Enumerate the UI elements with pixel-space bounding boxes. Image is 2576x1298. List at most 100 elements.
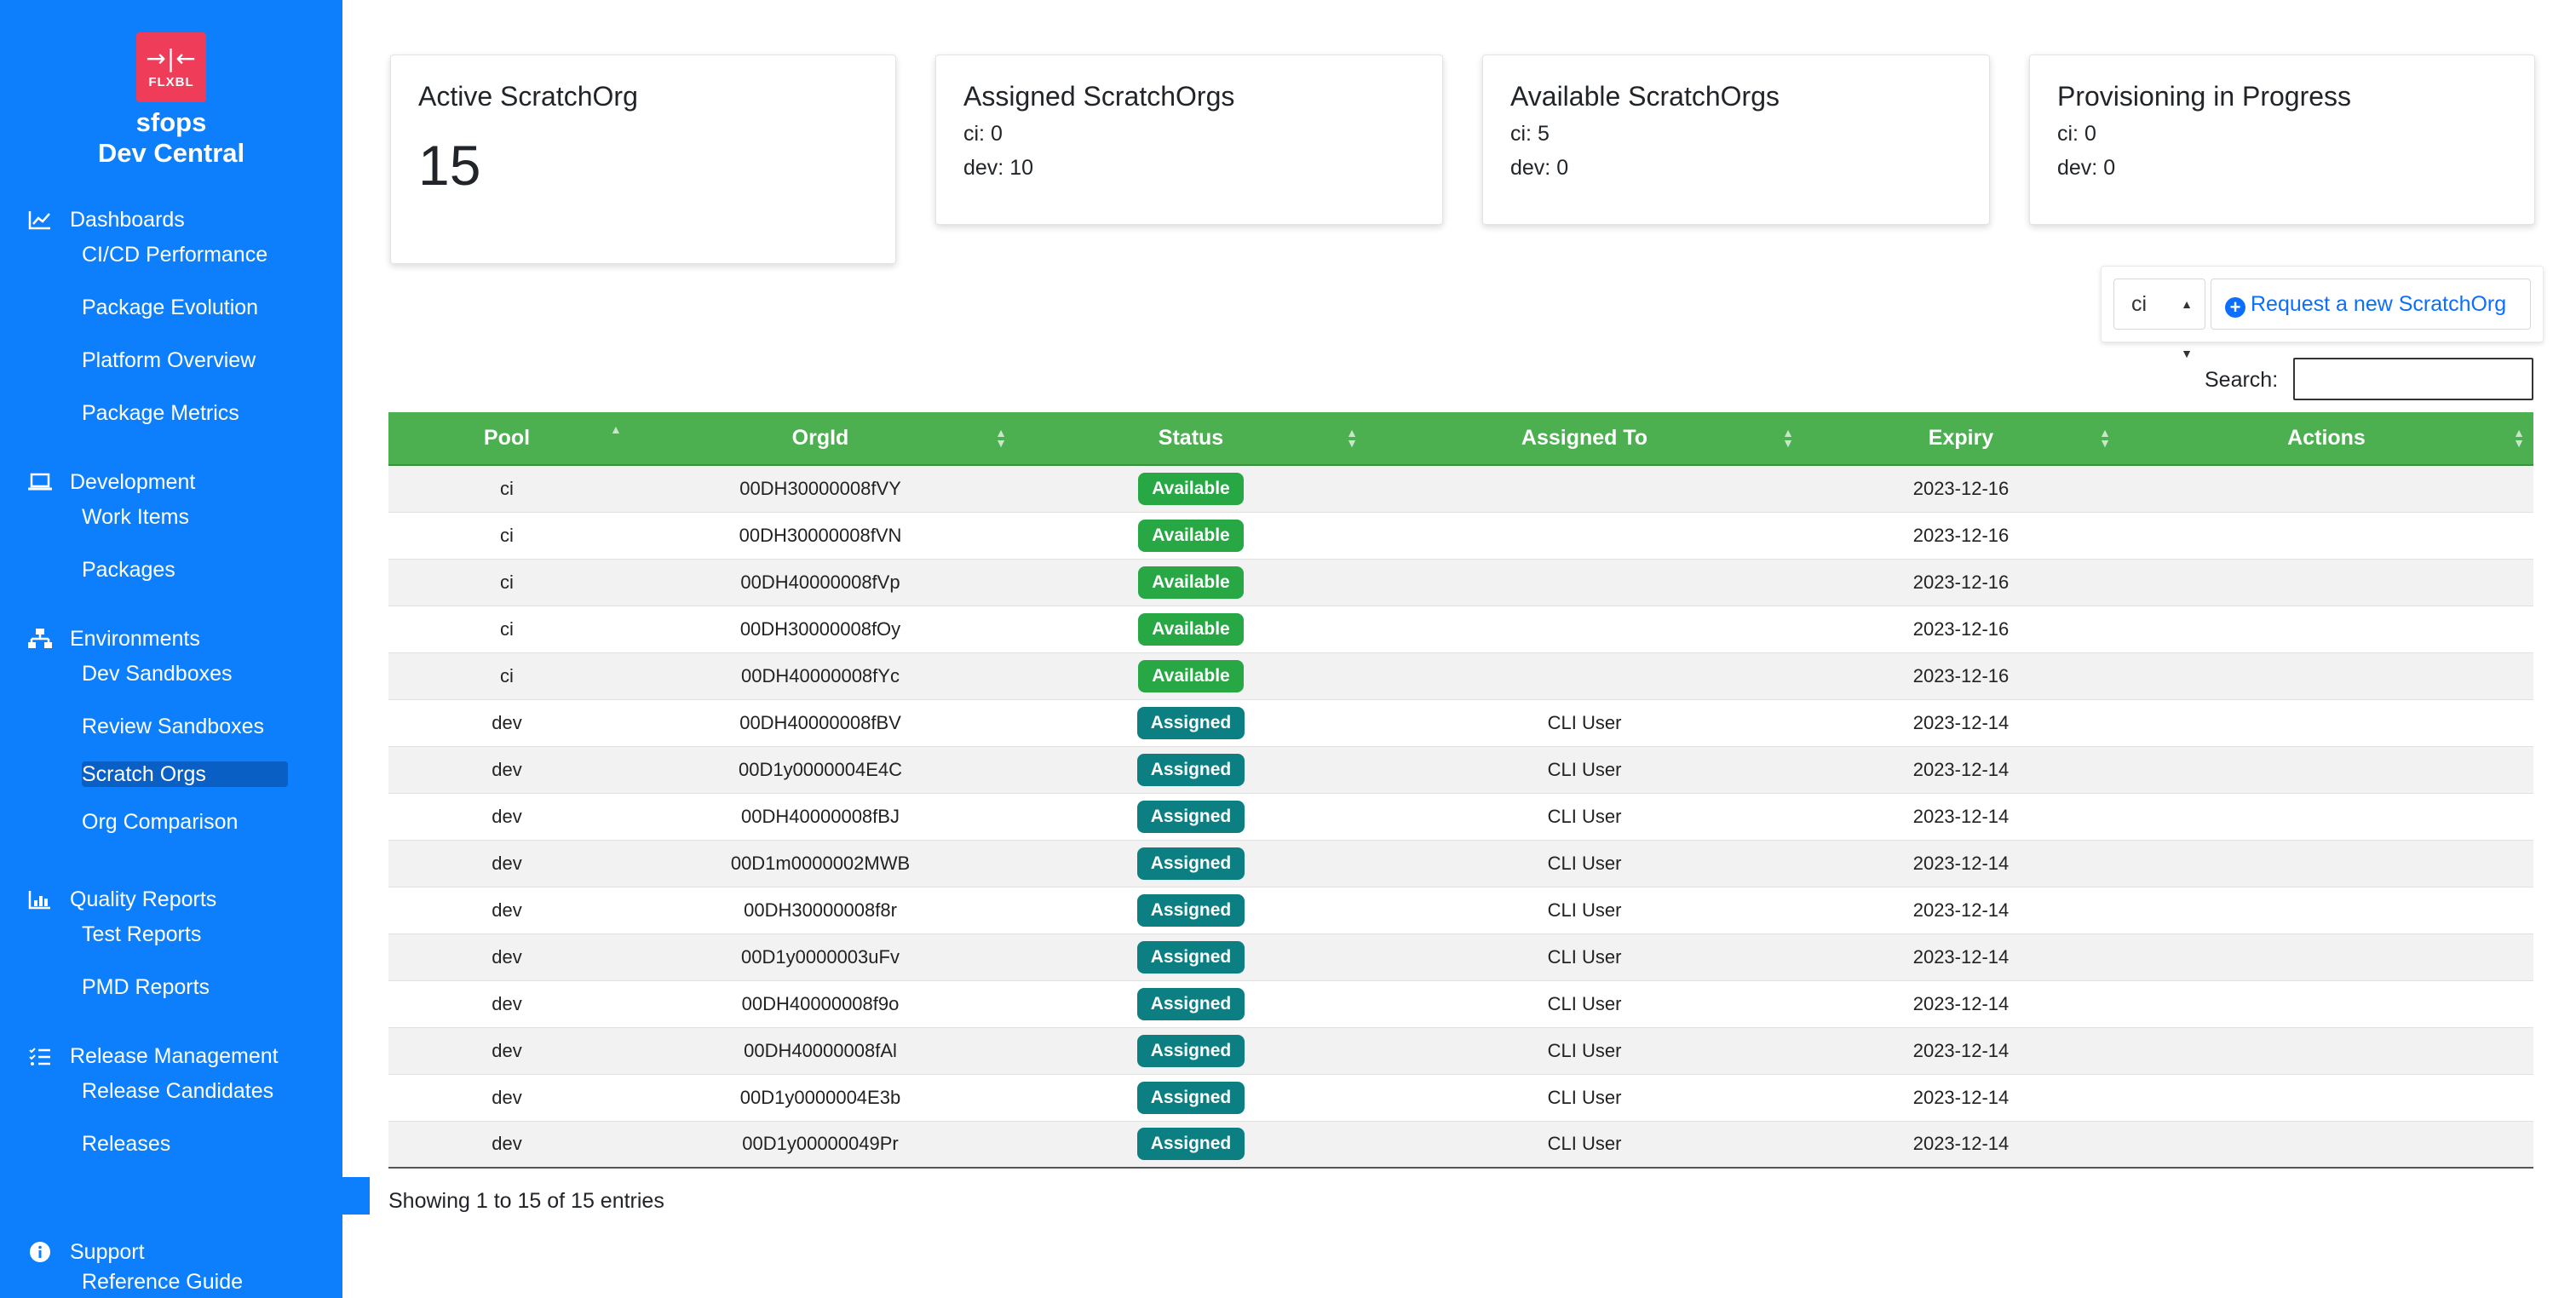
col-header-expiry[interactable]: Expiry ▲ ▼ [1803, 412, 2119, 466]
pool-select[interactable]: ci ▲ ▼ [2113, 279, 2205, 360]
cell-status: Assigned [1015, 1121, 1366, 1168]
request-scratchorg-button[interactable]: + Request a new ScratchOrg [2211, 279, 2531, 330]
logo-text: FLXBL [148, 74, 194, 89]
col-header-pool[interactable]: Pool ▲ [388, 412, 625, 466]
cell-expiry: 2023-12-14 [1912, 758, 2010, 780]
sort-icon: ▲ ▼ [995, 426, 1007, 450]
nav-section-support: Support Reference Guide [26, 1235, 332, 1295]
section-head-release-management[interactable]: Release Management [26, 1039, 332, 1073]
cell-orgid: 00DH40000008fVp [740, 571, 900, 593]
brand-line1: sfops [135, 107, 207, 137]
cell-assigned-to [1366, 512, 1803, 559]
cell-expiry: 2023-12-16 [1912, 524, 2010, 546]
sidebar-item-scratch-orgs[interactable]: Scratch Orgs [82, 761, 288, 787]
card-line-ci: ci: 0 [963, 122, 1003, 146]
cell-pool: dev [492, 1086, 522, 1108]
search-input[interactable] [2293, 358, 2533, 400]
section-head-dashboards[interactable]: Dashboards [26, 203, 332, 237]
cell-expiry: 2023-12-14 [1912, 1086, 2010, 1108]
status-badge: Assigned [1136, 1034, 1245, 1067]
sidebar-item-org-comparison[interactable]: Org Comparison [82, 804, 332, 840]
col-header-status[interactable]: Status ▲ ▼ [1015, 412, 1366, 466]
cell-pool: dev [492, 711, 522, 733]
card-active-scratchorg: Active ScratchOrg 15 [390, 55, 896, 264]
cell-pool: dev [492, 805, 522, 827]
status-badge: Assigned [1136, 893, 1245, 927]
sort-icon: ▲ ▼ [1346, 426, 1358, 450]
section-title-quality-reports: Quality Reports [70, 887, 217, 911]
cell-actions [2119, 1121, 2533, 1168]
cell-expiry: 2023-12-16 [1912, 477, 2010, 499]
section-head-support[interactable]: Support [26, 1235, 332, 1269]
cell-expiry: 2023-12-14 [1912, 945, 2010, 968]
table-body: ci 00DH30000008fVY Available 2023-12-16 ci 00… [388, 465, 2533, 1168]
cell-pool: ci [500, 477, 514, 499]
nav-section-dashboards: Dashboards CI/CD Performance Package Evo… [26, 203, 332, 431]
cell-status: Assigned [1015, 746, 1366, 793]
sidebar-item-review-sandboxes[interactable]: Review Sandboxes [82, 709, 332, 744]
cell-orgid: 00DH30000008fOy [739, 617, 901, 640]
table-row: dev 00D1y0000003uFv Assigned CLI User 2023-1… [388, 933, 2533, 980]
section-head-quality-reports[interactable]: Quality Reports [26, 882, 332, 916]
section-head-environments[interactable]: Environments [26, 622, 332, 656]
cell-assigned-to [1366, 559, 1803, 606]
sidebar-item-dev-sandboxes[interactable]: Dev Sandboxes [82, 656, 332, 692]
cell-assigned-to [1366, 606, 1803, 652]
cell-orgid: 00DH30000008f8r [744, 899, 897, 921]
status-badge: Assigned [1136, 987, 1245, 1020]
cell-orgid: 00DH40000008fYc [741, 664, 900, 686]
cell-assigned-to: CLI User [1547, 711, 1622, 733]
cell-pool: ci [500, 571, 514, 593]
info-icon [26, 1239, 55, 1265]
col-header-actions[interactable]: Actions ▲ ▼ [2119, 412, 2533, 466]
cell-orgid: 00DH30000008fVN [739, 524, 902, 546]
status-badge: Assigned [1136, 940, 1245, 974]
cell-assigned-to: CLI User [1547, 899, 1622, 921]
cell-actions [2119, 933, 2533, 980]
cell-pool: dev [492, 992, 522, 1014]
cell-assigned-to: CLI User [1547, 1039, 1622, 1061]
sidebar-item-package-metrics[interactable]: Package Metrics [82, 395, 332, 431]
table-row: dev 00DH40000008fBV Assigned CLI User 2023-1… [388, 699, 2533, 746]
table-row: ci 00DH30000008fVN Available 2023-12-16 [388, 512, 2533, 559]
section-head-development[interactable]: Development [26, 465, 332, 499]
table-info: Showing 1 to 15 of 15 entries [388, 1189, 664, 1213]
table-row: ci 00DH30000008fVY Available 2023-12-16 [388, 465, 2533, 512]
sidebar-item-package-evolution[interactable]: Package Evolution [82, 290, 332, 325]
sidebar-item-release-candidates[interactable]: Release Candidates [82, 1073, 332, 1109]
sidebar-item-platform-overview[interactable]: Platform Overview [82, 342, 332, 378]
line-chart-icon [26, 207, 55, 233]
cell-status: Available [1015, 652, 1366, 699]
col-label: OrgId [791, 426, 849, 450]
card-provisioning-in-progress: Provisioning in Progress ci: 0 dev: 0 [2029, 55, 2535, 225]
request-button-label: Request a new ScratchOrg [2251, 292, 2507, 316]
cell-orgid: 00D1y0000003uFv [741, 945, 900, 968]
sidebar-item-test-reports[interactable]: Test Reports [82, 916, 332, 952]
sidebar-item-cicd-performance[interactable]: CI/CD Performance [82, 237, 332, 273]
flxbl-logo[interactable]: →|← FLXBL [136, 32, 206, 102]
nav-section-quality-reports: Quality Reports Test Reports PMD Reports [26, 882, 332, 1005]
cell-status: Assigned [1015, 840, 1366, 887]
col-label: Status [1158, 426, 1224, 450]
sort-icon: ▲ ▼ [2099, 426, 2111, 450]
cell-assigned-to: CLI User [1547, 992, 1622, 1014]
col-header-assigned-to[interactable]: Assigned To ▲ ▼ [1366, 412, 1803, 466]
cell-pool: ci [500, 524, 514, 546]
col-header-orgid[interactable]: OrgId ▲ ▼ [625, 412, 1015, 466]
nav-section-environments: Environments Dev Sandboxes Review Sandbo… [26, 622, 332, 840]
plus-circle-icon: + [2225, 297, 2245, 318]
cell-pool: dev [492, 1039, 522, 1061]
status-badge: Assigned [1136, 706, 1245, 739]
sidebar-item-reference-guide[interactable]: Reference Guide [82, 1269, 332, 1295]
cell-expiry: 2023-12-16 [1912, 617, 2010, 640]
brand-title: sfops Dev Central [0, 107, 342, 169]
cell-expiry: 2023-12-16 [1912, 664, 2010, 686]
sidebar-item-releases[interactable]: Releases [82, 1126, 332, 1162]
cell-pool: dev [492, 758, 522, 780]
sidebar-item-packages[interactable]: Packages [82, 552, 332, 588]
cell-actions [2119, 980, 2533, 1027]
cell-assigned-to: CLI User [1547, 945, 1622, 968]
sidebar-item-pmd-reports[interactable]: PMD Reports [82, 969, 332, 1005]
table-row: dev 00D1y0000004E3b Assigned CLI User 2023-1… [388, 1074, 2533, 1121]
sidebar-item-work-items[interactable]: Work Items [82, 499, 332, 535]
